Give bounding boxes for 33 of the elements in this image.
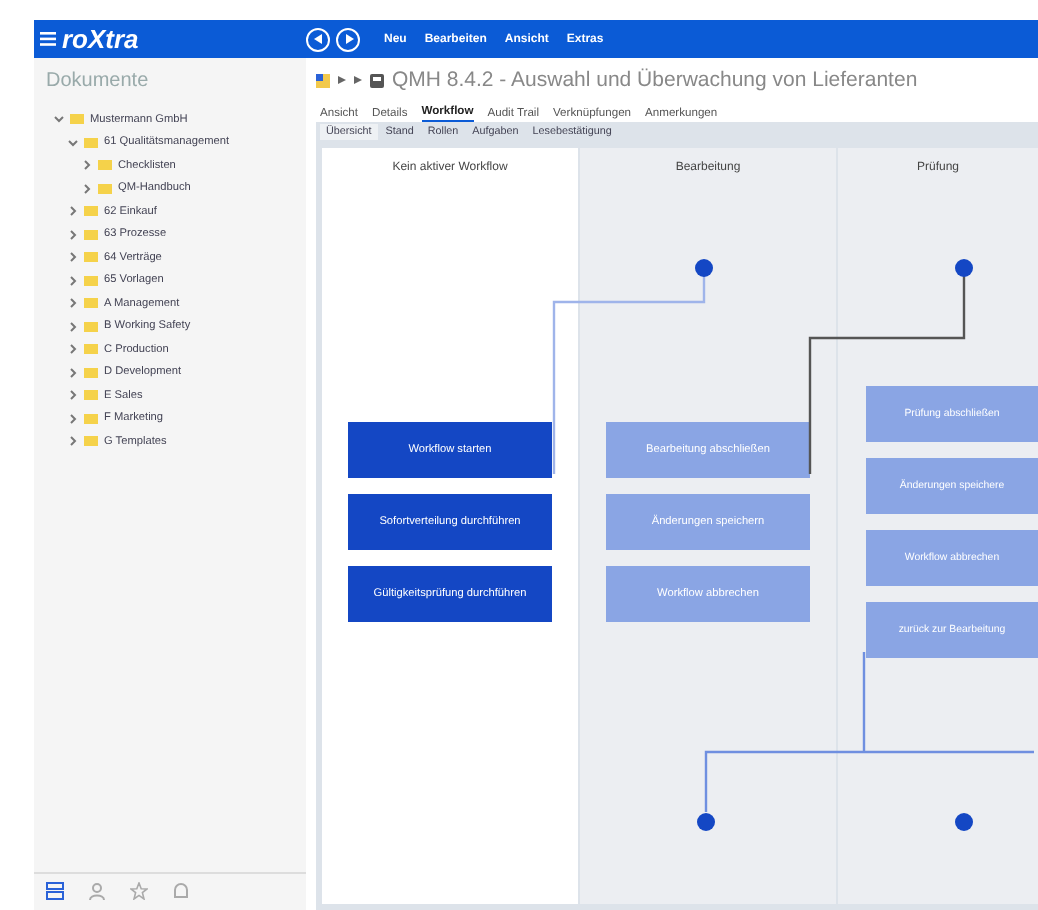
chevron-right-icon[interactable] bbox=[68, 275, 78, 286]
play-icon[interactable] bbox=[343, 34, 353, 44]
forward-button[interactable] bbox=[336, 27, 360, 51]
chevron-right-icon[interactable] bbox=[68, 390, 78, 401]
tree-icon[interactable] bbox=[46, 882, 64, 900]
document-title: QMH 8.4.2 - Auswahl und Überwachung von Lieferanten bbox=[392, 68, 918, 92]
chevron-right-icon[interactable] bbox=[68, 367, 78, 378]
star-icon[interactable] bbox=[130, 882, 148, 900]
app-logo: roXtra bbox=[62, 24, 139, 54]
state-dot bbox=[697, 813, 715, 831]
state-dot bbox=[955, 259, 973, 277]
person-icon[interactable] bbox=[88, 882, 106, 900]
state-dot bbox=[955, 813, 973, 831]
chevron-right-icon[interactable] bbox=[82, 183, 92, 194]
back-button[interactable] bbox=[306, 27, 330, 51]
chevron-right-icon[interactable] bbox=[68, 252, 78, 263]
chevron-right-icon[interactable] bbox=[68, 436, 78, 447]
chevron-right-icon[interactable] bbox=[82, 160, 92, 171]
sidebar-title: Dokumente bbox=[44, 68, 151, 96]
back-icon[interactable] bbox=[313, 34, 323, 44]
chevron-right-icon[interactable] bbox=[68, 344, 78, 355]
chevron-down-icon[interactable] bbox=[68, 137, 78, 148]
book-icon bbox=[370, 73, 384, 87]
state-dot bbox=[695, 259, 713, 277]
flag-icon bbox=[316, 73, 330, 87]
chevron-right-icon[interactable] bbox=[68, 298, 78, 309]
menu-icon[interactable] bbox=[40, 32, 56, 46]
chevron-right-icon[interactable] bbox=[68, 206, 78, 217]
chevron-right-icon[interactable] bbox=[68, 413, 78, 424]
chevron-right-icon[interactable] bbox=[68, 321, 78, 332]
bell-icon[interactable] bbox=[172, 882, 190, 900]
chevron-down-icon[interactable] bbox=[54, 114, 64, 125]
chevron-right-icon[interactable] bbox=[68, 229, 78, 240]
